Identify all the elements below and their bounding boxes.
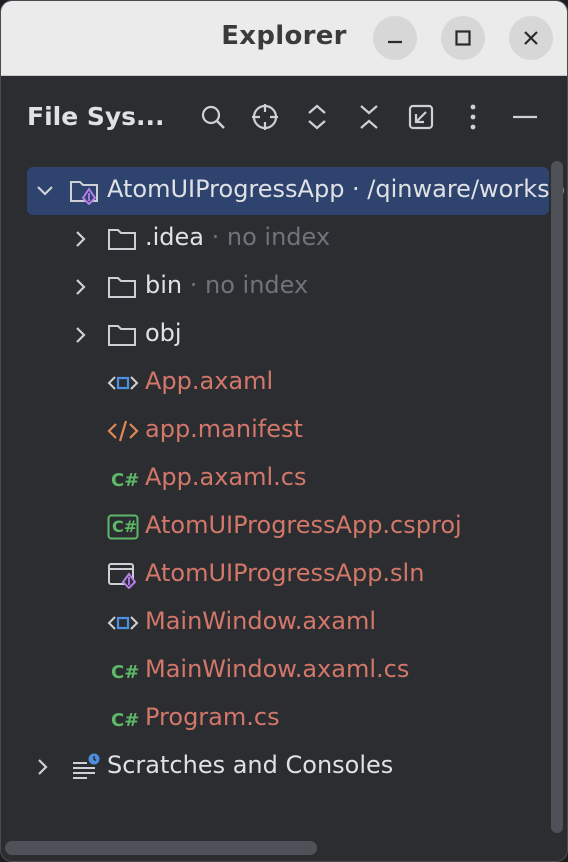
tree-item-app-axaml[interactable]: App.axaml [1,359,549,407]
tree-item-sln[interactable]: AtomUIProgressApp.sln [1,551,549,599]
csharp-file-icon: C# [111,710,140,731]
locate-button[interactable] [247,99,283,135]
minimize-icon [388,40,402,44]
folder-icon [108,277,136,298]
more-vertical-icon [470,104,476,130]
project-tree: AtomUIProgressApp · /qinware/worksp .ide… [1,167,567,861]
tree-item-label: app.manifest [145,415,303,443]
horizontal-scrollbar[interactable] [5,841,317,855]
maximize-button[interactable] [441,16,485,60]
tree-item-label: Program.cs [145,703,280,731]
collapse-all-icon [360,105,378,129]
collapse-all-button[interactable] [351,99,387,135]
scratches-icon [73,753,100,779]
chevron-right-icon [38,759,48,775]
title-bar: Explorer [1,1,567,76]
chevron-right-icon [76,327,86,343]
panel-toolbar: File Sys... [1,76,567,158]
tree-item-label: bin [145,271,183,299]
close-button[interactable] [509,16,553,60]
project-folder-icon [70,181,98,205]
minimize-button[interactable] [373,16,417,60]
csproj-file-icon: C# [107,513,139,541]
crosshair-icon [252,104,278,130]
tree-item-label: App.axaml.cs [145,463,307,491]
xml-file-icon [107,420,139,442]
select-opened-file-button[interactable] [403,99,439,135]
chevron-right-icon [76,231,86,247]
tree-item-label: Scratches and Consoles [107,751,394,779]
search-button[interactable] [195,99,231,135]
tree-item-label: obj [145,319,182,347]
hide-panel-button[interactable] [507,99,543,135]
tree-item-app-manifest[interactable]: app.manifest [1,407,549,455]
chevron-down-icon [37,186,53,196]
tree-item-label: AtomUIProgressApp.sln [145,559,425,587]
maximize-icon [455,30,471,46]
folder-icon [108,229,136,250]
tree-item-label: AtomUIProgressApp.csproj [145,511,462,539]
project-name: AtomUIProgressApp [107,175,345,203]
vertical-scrollbar[interactable] [551,161,563,833]
tree-item-app-axaml-cs[interactable]: C# App.axaml.cs [1,455,549,503]
tree-item-label: App.axaml [145,367,274,395]
tree-item-mainwindow-axaml-cs[interactable]: C# MainWindow.axaml.cs [1,647,549,695]
tree-item-obj[interactable]: obj [1,311,549,359]
tree-item-mainwindow-axaml[interactable]: MainWindow.axaml [1,599,549,647]
tree-root-label: AtomUIProgressApp · /qinware/worksp [107,175,565,203]
tree-item-scratches[interactable]: Scratches and Consoles [1,743,549,791]
axaml-file-icon [107,376,139,390]
tree-item-label: .idea [145,223,205,251]
tree-root-row[interactable]: AtomUIProgressApp · /qinware/worksp [27,167,565,215]
tree-item-csproj[interactable]: C# AtomUIProgressApp.csproj [1,503,549,551]
expand-all-icon [308,104,326,130]
more-options-button[interactable] [455,99,491,135]
folder-icon [108,325,136,346]
tree-item-label: MainWindow.axaml [145,607,377,635]
csharp-file-icon: C# [111,470,140,491]
search-icon [201,105,225,129]
explorer-window: Explorer File Sys... AtomUIProgressApp ·… [0,0,568,862]
close-icon [524,31,538,45]
sln-file-icon [108,563,137,589]
tree-item-bin[interactable]: bin · no index [1,263,549,311]
tree-item-hint: · no index [182,271,309,299]
expand-all-button[interactable] [299,99,335,135]
tree-item-hint: · no index [204,223,331,251]
tree-item-program-cs[interactable]: C# Program.cs [1,695,549,743]
project-path: · /qinware/worksp [344,175,565,203]
chevron-right-icon [76,279,86,295]
select-opened-file-icon [408,104,434,130]
minus-icon [513,115,537,119]
axaml-file-icon [107,616,139,630]
tree-item-idea[interactable]: .idea · no index [1,215,549,263]
csharp-file-icon: C# [111,662,140,683]
tree-item-label: MainWindow.axaml.cs [145,655,410,683]
panel-title[interactable]: File Sys... [27,102,165,131]
